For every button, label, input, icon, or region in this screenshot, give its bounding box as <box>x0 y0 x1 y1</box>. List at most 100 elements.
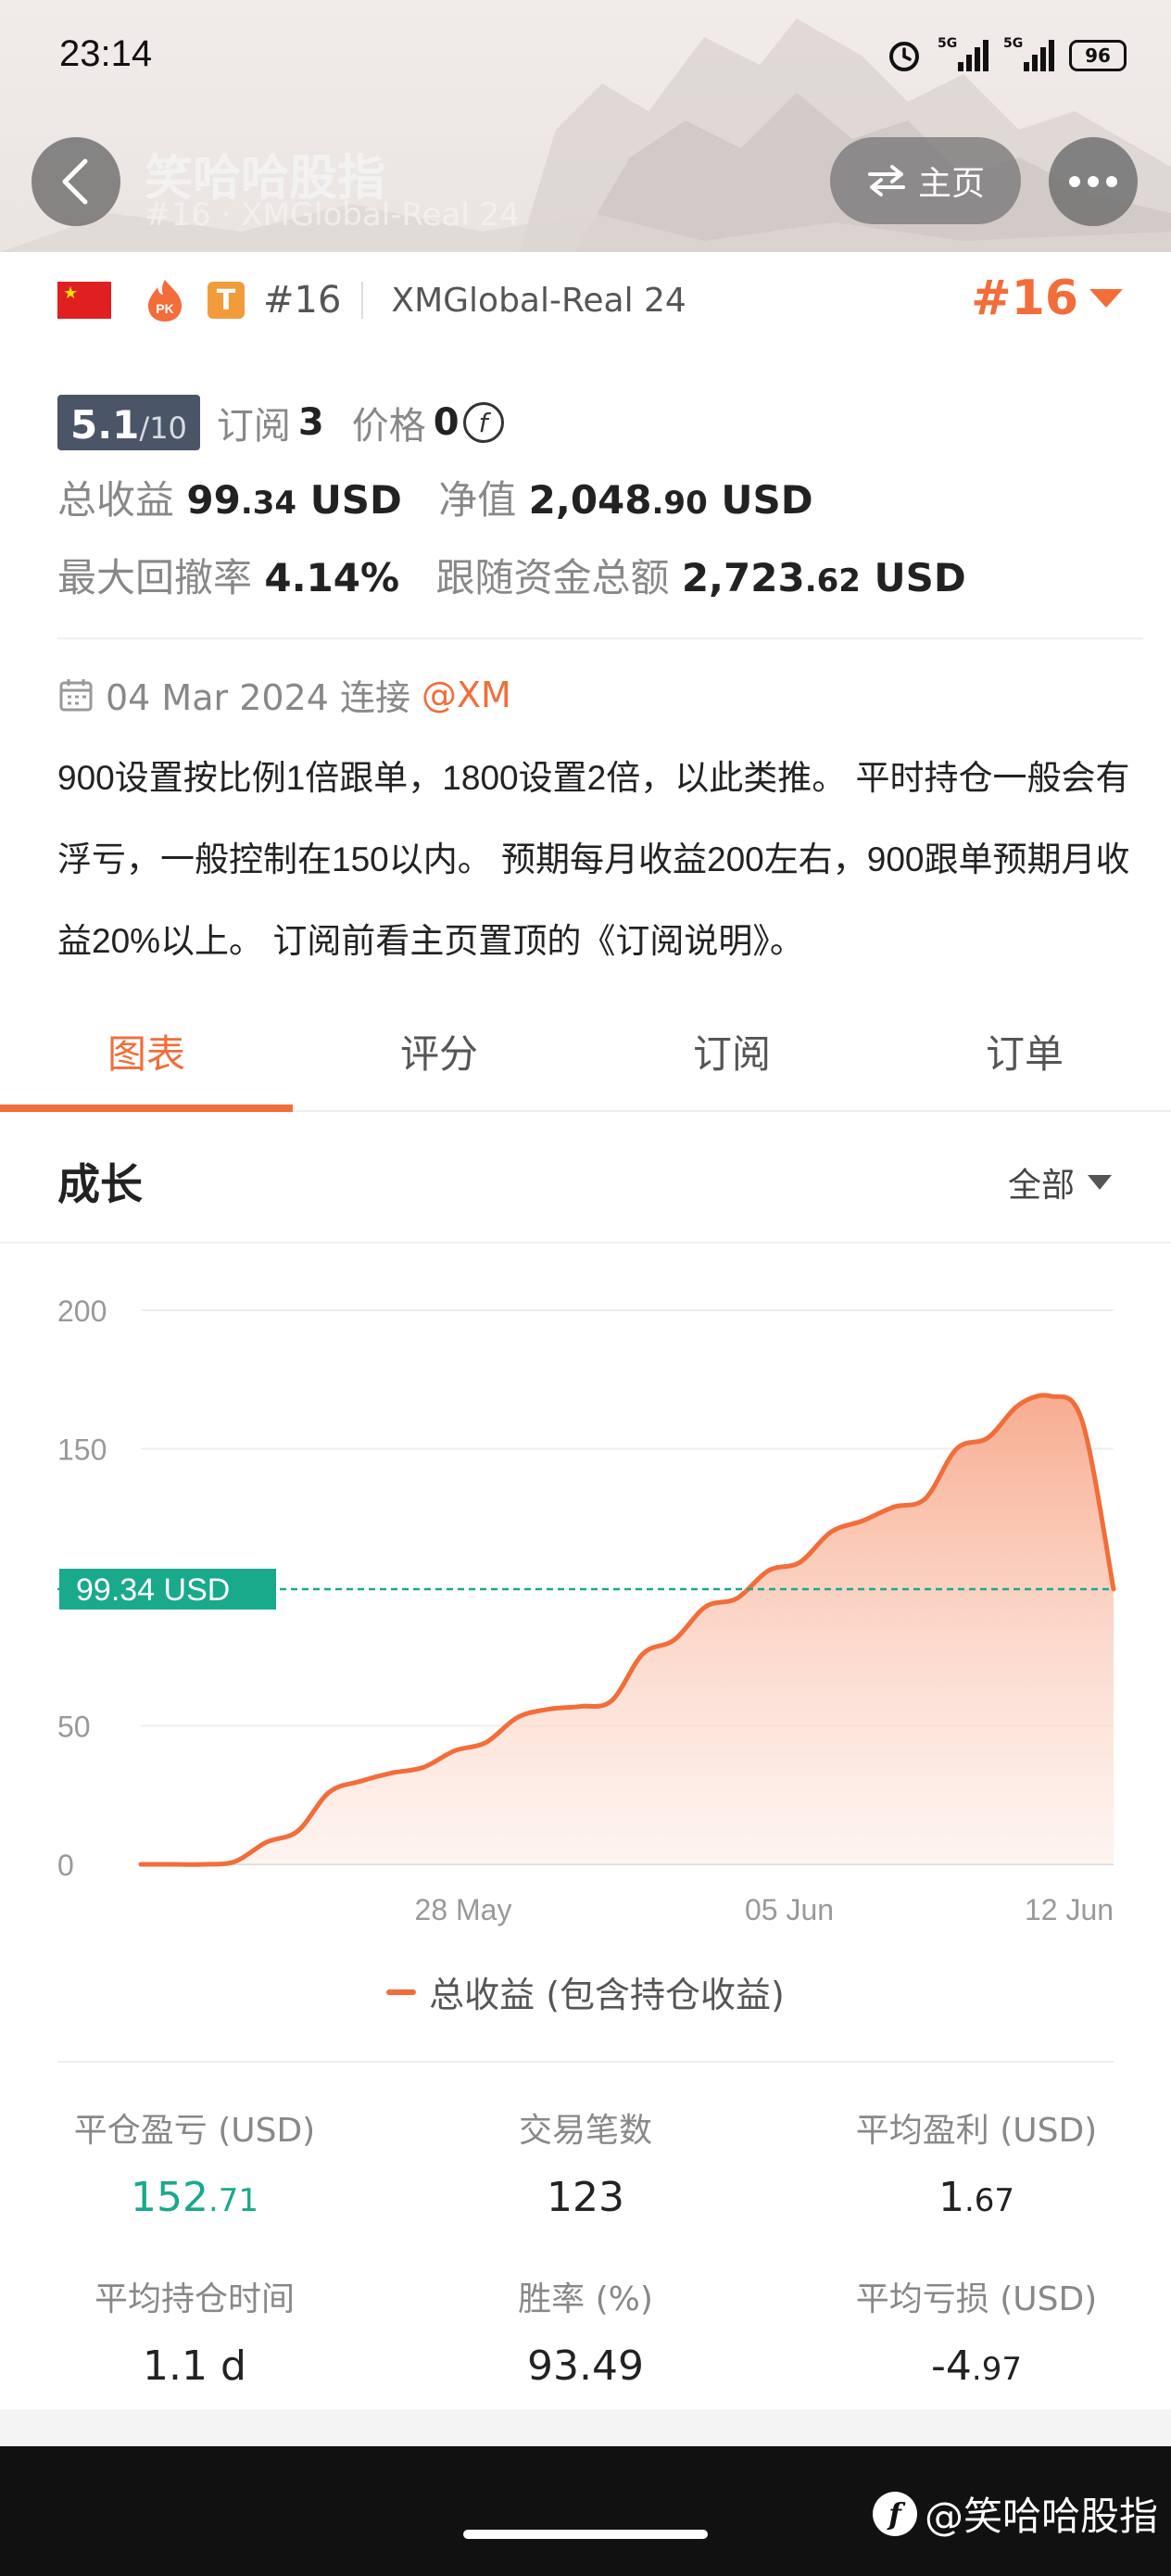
series-area <box>141 1395 1114 1865</box>
stat-avg-loss: 平均亏损 (USD) -4.97 <box>782 2272 1171 2390</box>
svg-text:99.34 USD: 99.34 USD <box>76 1572 230 1608</box>
stat-value: 152 <box>130 2174 208 2221</box>
nav-subtitle: #16 · XMGlobal-Real 24 <box>145 196 520 234</box>
header-background: 23:14 5G 5G 96 笑哈哈股指 #16 · XMGlobal-Real… <box>0 0 1171 252</box>
stat-value: -4 <box>931 2342 972 2390</box>
divider <box>57 2061 1114 2063</box>
status-bar: 23:14 5G 5G 96 <box>0 28 1171 87</box>
dot <box>1088 176 1099 187</box>
strategy-description: 900设置按比例1倍跟单，1800设置2倍，以此类推。 平时持仓一般会有浮亏，一… <box>57 759 1130 960</box>
range-filter-dropdown[interactable]: 全部 <box>1008 1158 1112 1206</box>
switch-icon <box>867 165 905 196</box>
price-value: 0 <box>433 401 460 444</box>
stat-trade-count: 交易笔数 123 <box>391 2103 780 2221</box>
equity-dec: .90 <box>651 485 708 522</box>
tab-subscribe[interactable]: 订阅 <box>586 1010 878 1110</box>
tab-orders[interactable]: 订单 <box>878 1010 1171 1110</box>
follow-funds-unit: USD <box>874 555 966 600</box>
stat-label: 平仓盈亏 (USD) <box>73 2112 316 2150</box>
more-button[interactable] <box>1049 137 1138 226</box>
y-tick-label: 0 <box>57 1849 74 1882</box>
tab-chart[interactable]: 图表 <box>0 1010 293 1112</box>
total-profit-dec: .34 <box>240 485 297 522</box>
svg-text:PK: PK <box>156 301 173 316</box>
total-profit-int: 99 <box>186 477 241 523</box>
y-tick-label: 150 <box>57 1433 107 1467</box>
stat-value: 1.1 d <box>143 2342 246 2390</box>
coin-icon: f <box>462 402 504 443</box>
equity-label: 净值 <box>438 477 517 523</box>
growth-header: 成长 全部 <box>0 1114 1171 1244</box>
legend-label: 总收益 (包含持仓收益) <box>429 1975 785 2015</box>
price-label: 价格 <box>351 405 426 448</box>
x-tick-label: 12 Jun <box>1025 1893 1114 1926</box>
dot <box>1069 176 1080 187</box>
signal-label: 5G <box>1003 36 1024 51</box>
home-button[interactable]: 主页 <box>830 137 1021 224</box>
divider <box>361 282 364 319</box>
weibo-logo-icon: f <box>872 2491 917 2536</box>
alarm-icon <box>889 42 919 71</box>
subscribe-label: 订阅 <box>216 405 291 448</box>
divider <box>57 638 1143 639</box>
status-time: 23:14 <box>59 33 153 74</box>
chart-legend: 总收益 (包含持仓收益) <box>0 1966 1171 2017</box>
stat-value-dec: .67 <box>963 2182 1015 2219</box>
watermark: f @笑哈哈股指 <box>872 2485 1158 2542</box>
stat-value: 123 <box>547 2174 624 2221</box>
stat-avg-hold-time: 平均持仓时间 1.1 d <box>0 2272 389 2390</box>
legend-swatch <box>386 1989 417 1995</box>
rank-small: #16 <box>263 279 342 322</box>
tab-bar: 图表 评分 订阅 订单 <box>0 1010 1171 1112</box>
dot <box>1106 176 1117 187</box>
navbar: 笑哈哈股指 #16 · XMGlobal-Real 24 主页 <box>0 137 1171 234</box>
trader-badge-icon: T <box>208 282 245 319</box>
stat-value-dec: .97 <box>971 2351 1022 2388</box>
profile-tags-row: ★ PK T #16 XMGlobal-Real 24 #16 <box>57 271 1123 326</box>
broker-link[interactable]: @XM <box>422 675 511 715</box>
stat-avg-profit: 平均盈利 (USD) 1.67 <box>782 2103 1171 2221</box>
caret-down-icon <box>1089 289 1123 308</box>
drawdown-value: 4.14% <box>264 555 400 600</box>
rank-dropdown[interactable]: #16 <box>971 271 1123 326</box>
drawdown-label: 最大回撤率 <box>57 555 253 600</box>
home-label: 主页 <box>917 165 985 203</box>
watermark-text: @笑哈哈股指 <box>924 2494 1158 2539</box>
stat-closed-pnl: 平仓盈亏 (USD) 152.71 <box>0 2103 389 2221</box>
stat-label: 平均亏损 (USD) <box>855 2280 1098 2318</box>
equity-unit: USD <box>721 477 813 523</box>
signal-icon: 5G <box>938 36 988 71</box>
server-name: XMGlobal-Real 24 <box>391 281 686 320</box>
china-flag-icon: ★ <box>57 282 111 319</box>
stat-value: 93.49 <box>527 2342 644 2390</box>
pk-flame-icon: PK <box>148 280 182 322</box>
score-badge: 5.1/10 <box>57 395 200 450</box>
score-row: 5.1/10 订阅 3 价格 0 f <box>57 395 504 450</box>
profit-row: 总收益 99.34 USD 净值 2,048.90 USD <box>57 469 813 525</box>
caret-down-icon <box>1088 1175 1112 1190</box>
calendar-icon <box>59 678 93 711</box>
follow-funds-dec: .62 <box>804 562 861 600</box>
y-tick-label: 200 <box>57 1294 107 1328</box>
total-profit-unit: USD <box>309 477 402 523</box>
equity-int: 2,048 <box>528 477 652 523</box>
back-button[interactable] <box>31 137 120 226</box>
current-value-label: 99.34 USD <box>59 1568 276 1610</box>
total-profit-label: 总收益 <box>57 477 175 523</box>
y-tick-label: 50 <box>57 1711 91 1744</box>
connect-date: 04 Mar 2024 连接 <box>106 677 410 718</box>
growth-title: 成长 <box>57 1159 143 1209</box>
home-indicator[interactable] <box>463 2530 708 2539</box>
follow-funds-int: 2,723 <box>681 555 805 600</box>
battery-icon: 96 <box>1069 40 1127 71</box>
score-max: /10 <box>139 410 187 446</box>
chevron-left-icon <box>62 158 88 205</box>
stat-label: 胜率 (%) <box>518 2280 653 2318</box>
stat-label: 平均盈利 (USD) <box>855 2112 1098 2150</box>
connect-info: 04 Mar 2024 连接 @XM <box>57 669 511 720</box>
tab-rating[interactable]: 评分 <box>293 1010 586 1110</box>
range-filter-label: 全部 <box>1007 1167 1075 1205</box>
stat-win-rate: 胜率 (%) 93.49 <box>391 2272 780 2390</box>
section-gap <box>0 2409 1171 2446</box>
stat-value-dec: .71 <box>208 2182 259 2219</box>
